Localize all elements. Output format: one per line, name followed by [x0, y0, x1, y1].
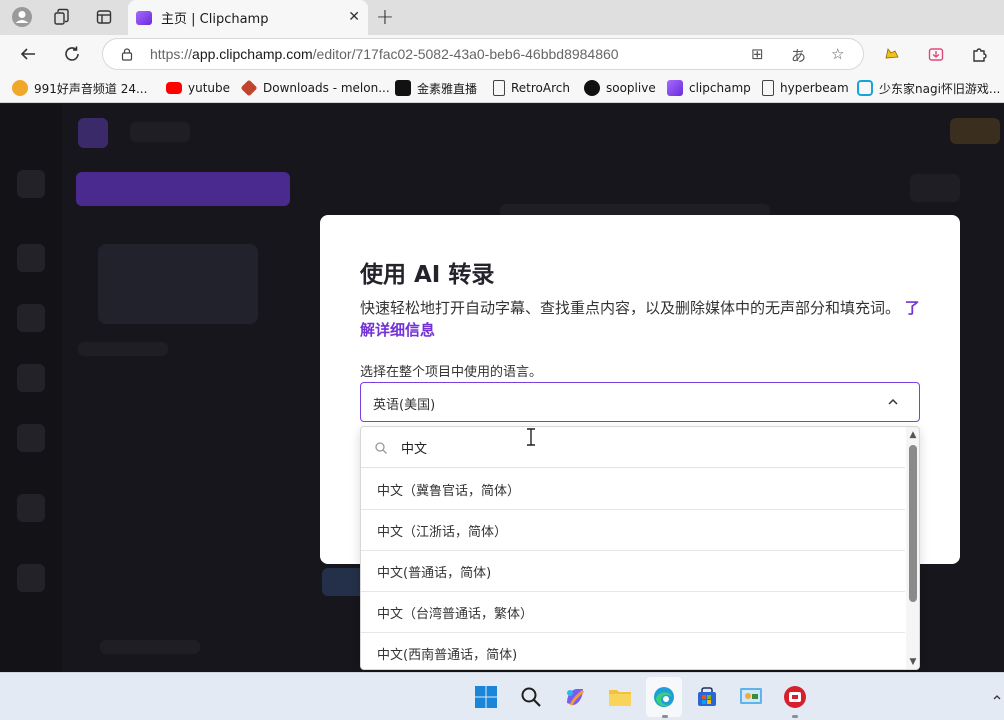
windows-taskbar — [0, 672, 1004, 720]
modal-title: 使用 AI 转录 — [360, 262, 495, 288]
language-select[interactable]: 英语(美国) — [360, 382, 920, 422]
app-text-block — [78, 342, 168, 356]
sidebar-icon — [17, 244, 45, 272]
text-cursor-icon — [527, 428, 535, 446]
red-app-icon[interactable] — [780, 682, 810, 712]
extensions-puzzle-icon[interactable] — [968, 42, 992, 66]
app-right-block — [910, 174, 960, 202]
browser-nav-bar: https://app.clipchamp.com/editor/717fac0… — [0, 35, 1004, 73]
search-value: 中文 — [401, 442, 428, 457]
sidebar-icon — [17, 170, 45, 198]
scroll-down-arrow-icon[interactable]: ▼ — [908, 657, 918, 667]
workspaces-icon[interactable] — [48, 4, 76, 30]
bookmark-item[interactable]: 金素雅直播 — [395, 79, 477, 97]
file-explorer-icon[interactable] — [605, 682, 635, 712]
scrollbar-thumb[interactable] — [909, 445, 917, 602]
language-option[interactable]: 中文(西南普通话，简体) — [361, 633, 905, 669]
language-option[interactable]: 中文（江浙话，简体） — [361, 510, 905, 551]
back-arrow-icon[interactable] — [16, 42, 40, 66]
language-options-list: 中文（冀鲁官话，简体） 中文（江浙话，简体） 中文(普通话，简体) 中文（台湾普… — [361, 469, 905, 669]
sidebar-icon — [17, 564, 45, 592]
microsoft-store-icon[interactable] — [692, 682, 722, 712]
control-panel-icon[interactable] — [736, 682, 766, 712]
app-logo — [78, 118, 108, 148]
edge-browser-icon[interactable] — [649, 682, 679, 712]
bilibili-icon — [857, 80, 873, 96]
infinity-icon — [584, 80, 600, 96]
language-search-input[interactable]: 中文 — [361, 427, 905, 468]
vertical-tabs-icon[interactable] — [90, 4, 118, 30]
melon-icon — [240, 79, 258, 97]
z-icon — [395, 80, 411, 96]
favorite-star-icon[interactable]: ☆ — [831, 45, 844, 63]
url-text: https://app.clipchamp.com/editor/717fac0… — [150, 46, 619, 62]
tab-title: 主页 | Clipchamp — [161, 12, 269, 27]
language-option[interactable]: 中文（台湾普通话，繁体） — [361, 592, 905, 633]
extension-pikachu-icon[interactable] — [880, 42, 904, 66]
running-indicator — [662, 715, 668, 718]
app-header-block — [130, 122, 190, 142]
sidebar-icon — [17, 364, 45, 392]
search-icon[interactable] — [516, 682, 546, 712]
bookmark-item[interactable]: RetroArch — [493, 79, 570, 97]
youtube-icon — [166, 82, 182, 94]
language-dropdown: 中文 中文（冀鲁官话，简体） 中文（江浙话，简体） 中文(普通话，简体) 中文（… — [360, 426, 920, 670]
running-indicator — [792, 715, 798, 718]
bookmark-item[interactable]: 少东家nagi怀旧游戏... — [857, 79, 1000, 97]
lock-icon[interactable] — [120, 47, 134, 61]
selected-language: 英语(美国) — [373, 398, 436, 413]
dropdown-scrollbar[interactable]: ▲ ▼ — [906, 427, 919, 669]
windows-start-icon[interactable] — [471, 682, 501, 712]
app-available-icon[interactable]: ⊞ — [751, 45, 764, 63]
close-tab-icon[interactable]: ✕ — [348, 9, 360, 25]
clipchamp-favicon-icon — [136, 10, 152, 25]
page-icon — [493, 80, 505, 96]
bookmarks-bar: 991好声音频道 24... yutube Downloads - melon.… — [0, 73, 1004, 103]
sidebar-icon — [17, 494, 45, 522]
browser-tab-bar: 主页 | Clipchamp ✕ + — [0, 0, 1004, 35]
copilot-icon[interactable] — [560, 682, 590, 712]
chevron-up-icon[interactable] — [887, 396, 899, 408]
sidebar-icon — [17, 304, 45, 332]
language-option[interactable]: 中文(普通话，简体) — [361, 551, 905, 592]
bookmark-item[interactable]: sooplive — [584, 79, 656, 97]
modal-description: 快速轻松地打开自动字幕、查找重点内容，以及删除媒体中的无声部分和填充词。 了解详… — [360, 299, 920, 339]
read-aloud-icon[interactable]: あ — [791, 45, 806, 66]
app-timeline-text — [100, 640, 200, 654]
app-primary-button — [76, 172, 290, 206]
bookmark-item[interactable]: Downloads - melon... — [240, 79, 390, 97]
language-label: 选择在整个项目中使用的语言。 — [360, 365, 543, 380]
bookmark-item[interactable]: yutube — [166, 79, 230, 97]
language-option[interactable]: 中文（冀鲁官话，简体） — [361, 469, 905, 510]
tiger-icon — [12, 80, 28, 96]
extension-download-icon[interactable] — [924, 42, 948, 66]
sidebar-icon — [17, 424, 45, 452]
refresh-icon[interactable] — [60, 42, 84, 66]
tray-overflow-icon[interactable] — [990, 682, 1004, 712]
profile-icon[interactable] — [8, 4, 36, 30]
app-media-card — [98, 244, 258, 324]
clipchamp-icon — [667, 80, 683, 96]
active-tab[interactable]: 主页 | Clipchamp ✕ — [128, 0, 368, 35]
new-tab-button[interactable]: + — [372, 4, 398, 30]
page-icon — [762, 80, 774, 96]
address-bar[interactable]: https://app.clipchamp.com/editor/717fac0… — [102, 38, 864, 70]
bookmark-item[interactable]: hyperbeam — [762, 79, 849, 97]
bookmark-item[interactable]: clipchamp — [667, 79, 751, 97]
app-export-block — [950, 118, 1000, 144]
search-icon — [375, 442, 387, 454]
app-sidebar — [0, 104, 62, 672]
scroll-up-arrow-icon[interactable]: ▲ — [908, 430, 918, 440]
bookmark-item[interactable]: 991好声音频道 24... — [12, 79, 147, 97]
